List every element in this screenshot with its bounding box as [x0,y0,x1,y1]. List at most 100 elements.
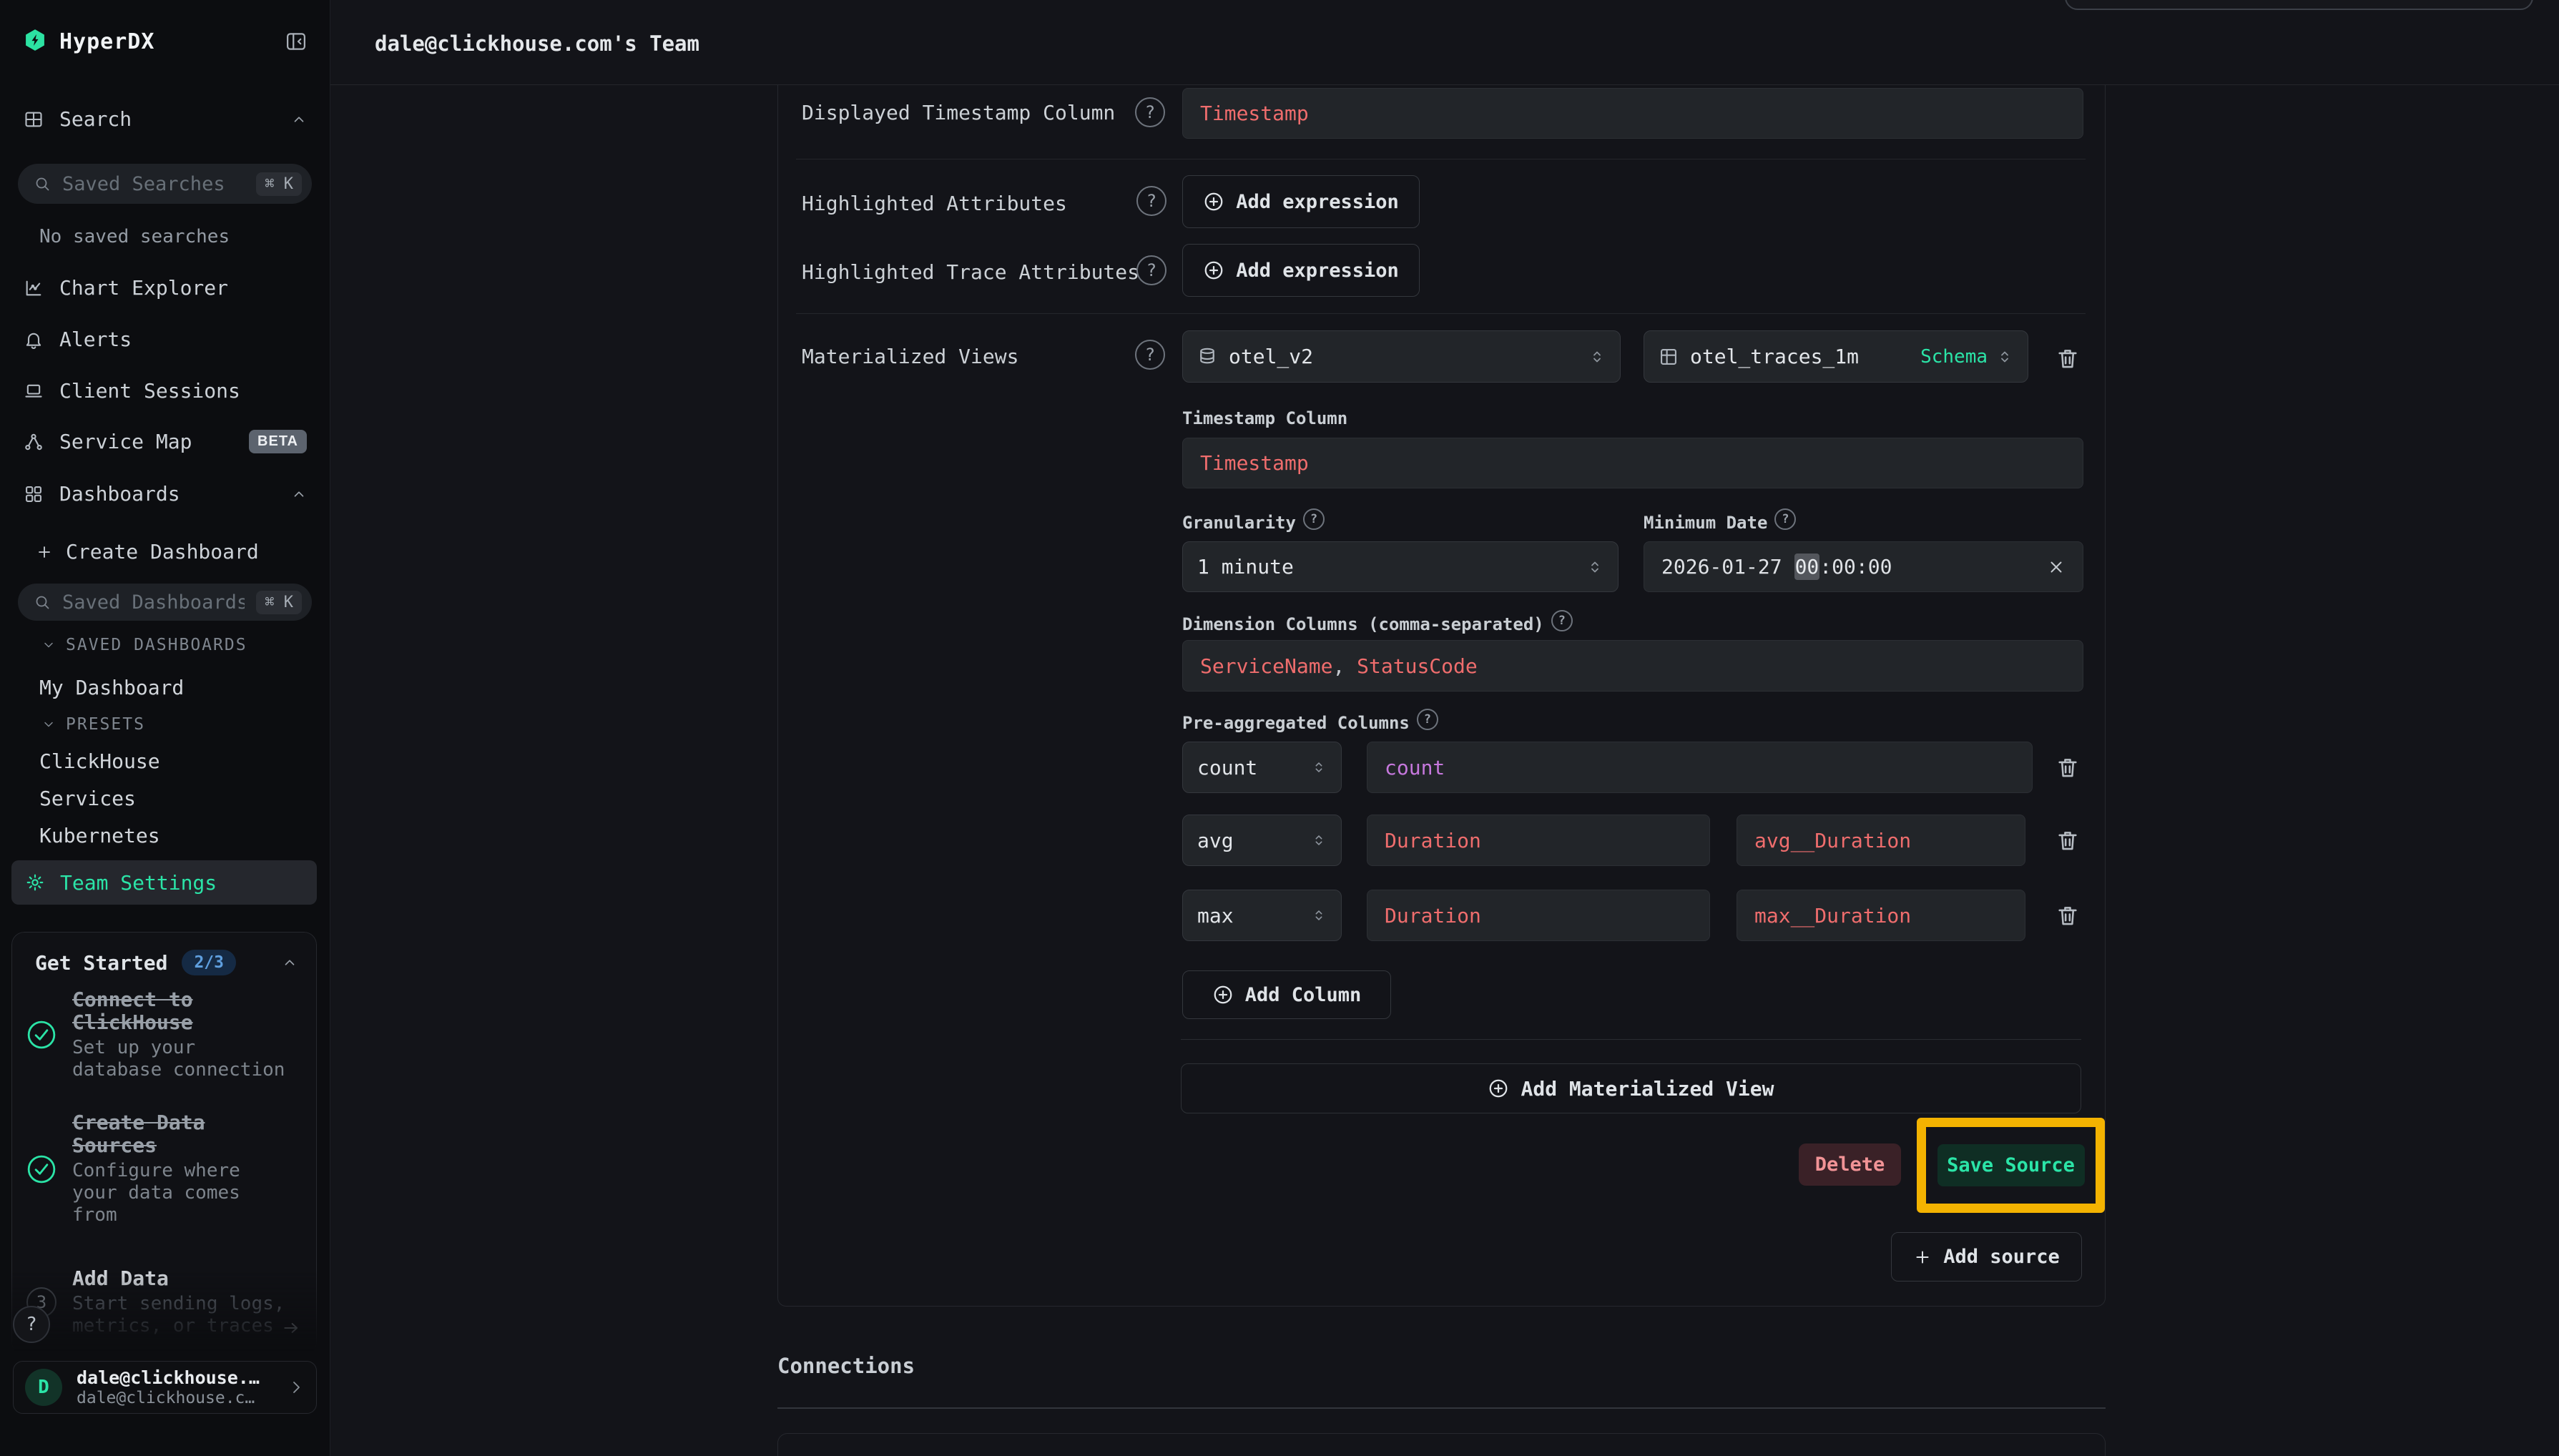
question-icon: ? [26,1314,37,1335]
help-circle-icon[interactable] [1135,97,1165,127]
search-section-icon [24,109,44,129]
alias-input[interactable] [1737,890,2025,941]
displayed-timestamp-input[interactable] [1182,88,2083,139]
delete-column-trash-icon[interactable] [2055,901,2081,930]
saved-searches-search[interactable]: ⌘ K [18,164,312,204]
sidebar-item-alerts[interactable]: Alerts [24,328,307,351]
sub-label: Timestamp Column [1182,408,1347,428]
add-materialized-view-button[interactable]: Add Materialized View [1181,1063,2081,1113]
get-started-header[interactable]: Get Started 2/3 [35,950,298,975]
get-started-step-sources[interactable]: Create Data Sources Configure where your… [26,1111,307,1226]
connections-title: Connections [777,1354,915,1378]
select-chevrons-icon [1311,832,1327,848]
user-profile-button[interactable]: D dale@clickhouse.… dale@clickhouse.c… [13,1361,317,1414]
sidebar-item-service-map[interactable]: Service Map BETA [24,430,307,453]
hours-segment[interactable]: 00 [1794,554,1820,580]
delete-view-trash-icon[interactable] [2055,344,2081,373]
sidebar-item-client-sessions[interactable]: Client Sessions [24,379,307,403]
divider [1181,1039,2081,1040]
presets-group[interactable]: PRESETS [41,715,145,734]
help-circle-icon[interactable] [1417,709,1438,730]
add-column-button[interactable]: Add Column [1182,970,1391,1019]
sidebar-item-chart-explorer[interactable]: Chart Explorer [24,276,307,300]
search-icon [34,175,51,192]
date-part[interactable]: 2026-01-27 [1661,555,1782,579]
minimum-date-input[interactable]: 2026-01-27 00 :00:00 [1644,541,2083,592]
create-dashboard-button[interactable]: Create Dashboard [36,540,308,564]
get-started-title: Get Started [35,951,167,975]
add-expression-button[interactable]: Add expression [1182,244,1420,297]
chart-explorer-icon [24,278,44,298]
save-source-button[interactable]: Save Source [1937,1144,2085,1186]
no-saved-searches-text: No saved searches [39,226,230,247]
clear-date-icon[interactable] [2047,558,2066,576]
mv-timestamp-value[interactable] [1200,451,2066,475]
add-expression-button[interactable]: Add expression [1182,175,1420,228]
expression-value[interactable] [1385,904,1692,928]
expression-value[interactable] [1385,829,1692,852]
field-label: Materialized Views [802,345,1018,368]
sidebar-item-my-dashboard[interactable]: My Dashboard [39,676,184,699]
dashboards-icon [24,484,44,504]
sub-label: Dimension Columns (comma-separated) [1182,614,1573,636]
help-circle-icon[interactable] [1303,508,1325,530]
chevron-up-icon[interactable] [291,486,307,502]
collapse-sidebar-icon[interactable] [285,31,307,52]
sidebar-item-dashboards[interactable]: Dashboards [24,482,307,506]
help-circle-icon[interactable] [1774,508,1796,530]
aggregation-fn-select[interactable]: count [1182,742,1342,793]
displayed-timestamp-value[interactable] [1200,102,2066,125]
database-select[interactable]: otel_v2 [1182,330,1621,383]
help-circle-icon[interactable] [1136,255,1166,285]
sidebar-item-label: Dashboards [59,482,180,506]
alias-value[interactable] [1754,829,2008,852]
page-title: dale@clickhouse.com's Team [375,31,699,56]
dimension-separator: , [1332,654,1357,678]
delete-column-trash-icon[interactable] [2055,826,2081,855]
plus-circle-icon [1488,1078,1509,1099]
saved-dashboards-group[interactable]: SAVED DASHBOARDS [41,636,247,654]
sidebar-item-kubernetes[interactable]: Kubernetes [39,824,160,847]
dimension-columns-label: Dimension Columns (comma-separated) [1182,614,1544,634]
schema-badge[interactable]: Schema [1920,346,1988,368]
mv-timestamp-input[interactable] [1182,438,2083,488]
expression-input[interactable] [1367,815,1710,866]
sidebar-item-label: Chart Explorer [59,276,228,300]
delete-source-button[interactable]: Delete [1799,1143,1901,1186]
expression-value[interactable] [1385,756,2015,779]
aggregation-fn-select[interactable]: max [1182,890,1342,941]
dimension-value-1[interactable]: ServiceName [1200,654,1332,678]
chevron-up-icon[interactable] [282,955,298,970]
sidebar-item-clickhouse[interactable]: ClickHouse [39,749,160,773]
saved-searches-input[interactable] [62,173,245,195]
field-label: Highlighted Trace Attributes [802,260,1139,284]
help-circle-icon[interactable] [1135,340,1165,370]
alias-value[interactable] [1754,904,2008,928]
expression-input[interactable] [1367,890,1710,941]
get-started-step-connect[interactable]: Connect to ClickHouse Set up your databa… [26,988,307,1081]
table-select[interactable]: otel_traces_1m Schema [1644,330,2028,383]
aggregation-fn-select[interactable]: avg [1182,815,1342,866]
help-circle-icon[interactable] [1136,186,1166,216]
granularity-select[interactable]: 1 minute [1182,541,1619,592]
sidebar-item-team-settings[interactable]: Team Settings [11,860,317,905]
delete-column-trash-icon[interactable] [2055,753,2081,782]
add-source-button[interactable]: Add source [1891,1232,2082,1282]
saved-dashboards-search[interactable]: ⌘ K [18,584,312,621]
help-button[interactable]: ? [13,1306,50,1343]
alias-input[interactable] [1737,815,2025,866]
help-circle-icon[interactable] [1551,610,1573,631]
sidebar-item-services[interactable]: Services [39,787,136,810]
source-settings-panel: Displayed Timestamp Column Highlighted A… [777,85,2106,1307]
chevron-up-icon[interactable] [291,112,307,127]
dimension-columns-input[interactable]: ServiceName , StatusCode [1182,640,2083,692]
sidebar-item-label: Search [59,107,132,131]
brand-title: HyperDX [59,29,154,54]
expression-input[interactable] [1367,742,2033,793]
sidebar-item-label: Alerts [59,328,132,351]
sidebar-item-search[interactable]: Search [24,107,307,131]
time-rest[interactable]: :00:00 [1819,555,1892,579]
dimension-value-2[interactable]: StatusCode [1357,654,1478,678]
get-started-step-add-data[interactable]: 3 Add Data Start sending logs, metrics, … [26,1267,307,1337]
saved-dashboards-input[interactable] [62,591,245,614]
